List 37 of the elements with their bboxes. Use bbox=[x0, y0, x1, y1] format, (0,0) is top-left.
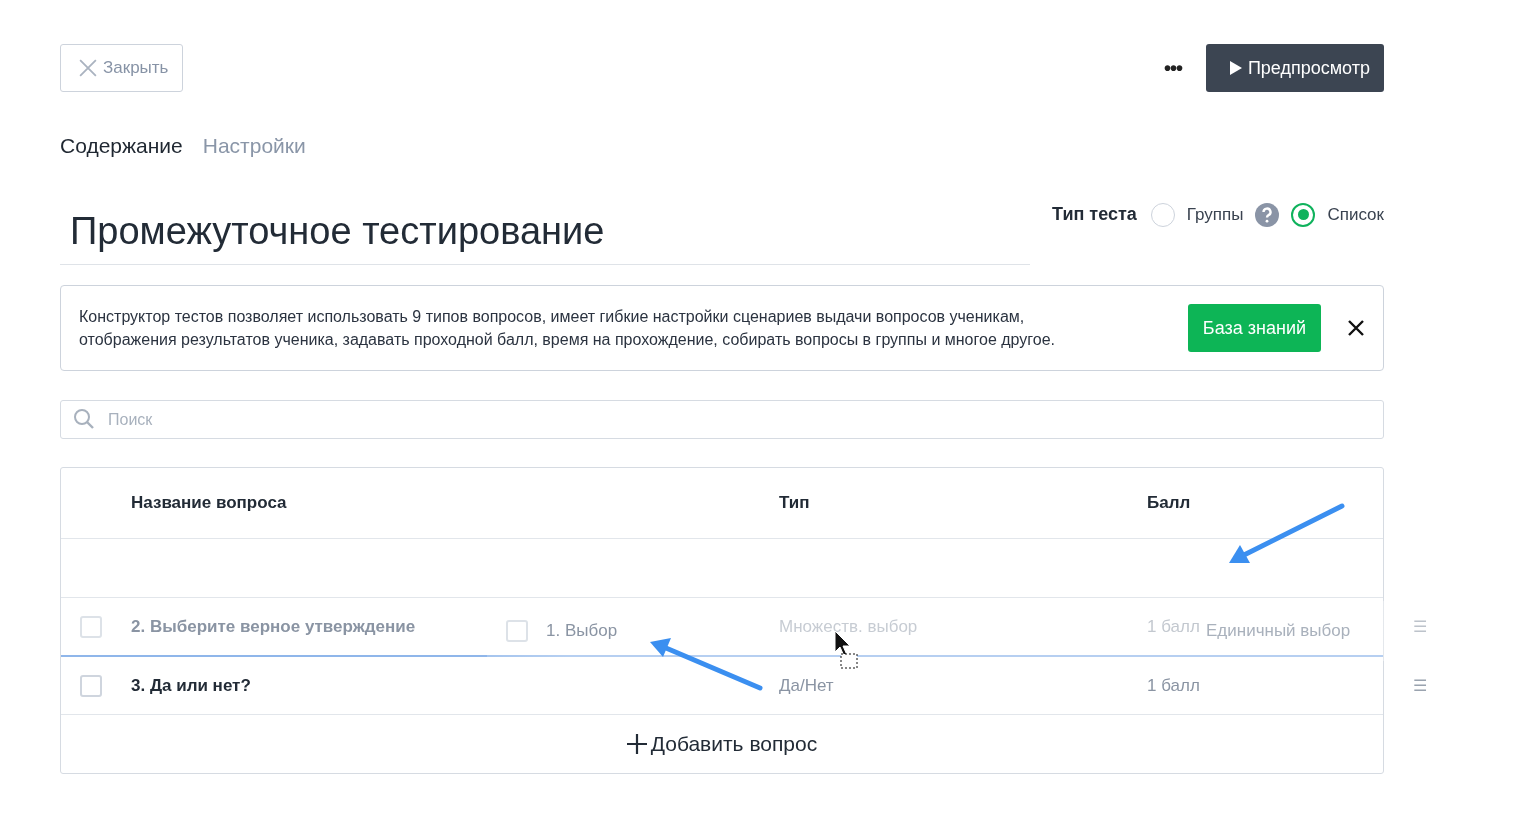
column-header: Балл bbox=[1147, 493, 1191, 513]
column-header: Название вопроса bbox=[131, 493, 287, 513]
plus-icon bbox=[626, 734, 647, 754]
notice-text: Конструктор тестов позволяет использовать 9 типов вопросов, имеет гибкие настройки сценариев выдачи вопросов ученикам, отображения результатов ученика, задавать проходной балл, время на прохождение, собирать вопросы в группы и многое другое. bbox=[79, 307, 1056, 350]
column-header: Тип bbox=[779, 493, 810, 513]
play-icon bbox=[1229, 61, 1242, 75]
test-title: Промежуточное тестирование bbox=[60, 198, 1030, 265]
checkbox[interactable] bbox=[80, 615, 102, 638]
search-icon bbox=[73, 408, 95, 430]
tab[interactable]: Настройки bbox=[202, 134, 306, 158]
more-button[interactable]: ••• bbox=[1163, 56, 1182, 80]
question-score: 1 балл bbox=[1147, 675, 1200, 696]
close-button[interactable]: Закрыть bbox=[60, 44, 184, 92]
field-label: Тип теста bbox=[1052, 204, 1137, 225]
drag-handle[interactable]: ☰ bbox=[1413, 617, 1427, 636]
close-icon bbox=[79, 59, 97, 77]
radio-label: Список bbox=[1327, 204, 1384, 225]
question-score: 1 балл bbox=[1147, 616, 1200, 637]
question-name: 2. Выберите верное утверждение bbox=[131, 616, 416, 637]
add-question-button[interactable]: Добавить вопрос bbox=[61, 715, 1383, 773]
preview-button[interactable]: Предпросмотр bbox=[1205, 44, 1384, 92]
help-icon[interactable] bbox=[1255, 202, 1280, 227]
question-type: Да/Нет bbox=[779, 675, 834, 696]
question-type: Единичный выбор bbox=[1206, 621, 1351, 641]
radio-label: Группы bbox=[1186, 204, 1244, 225]
radio-button[interactable] bbox=[1291, 202, 1316, 227]
checkbox[interactable] bbox=[80, 674, 102, 697]
tab[interactable]: Содержание bbox=[60, 134, 183, 158]
question-name: 3. Да или нет? bbox=[131, 675, 251, 696]
radio-button[interactable] bbox=[1150, 202, 1175, 227]
search-field[interactable]: Поиск bbox=[60, 400, 1384, 439]
question-name: 1. Выбор bbox=[546, 621, 618, 641]
drag-handle[interactable]: ☰ bbox=[1413, 676, 1427, 695]
knowledge-base-button[interactable]: База знаний bbox=[1187, 304, 1321, 352]
cursor-icon bbox=[834, 630, 858, 669]
close-icon[interactable] bbox=[1347, 319, 1365, 337]
question-type: Множеств. выбор bbox=[779, 616, 918, 637]
